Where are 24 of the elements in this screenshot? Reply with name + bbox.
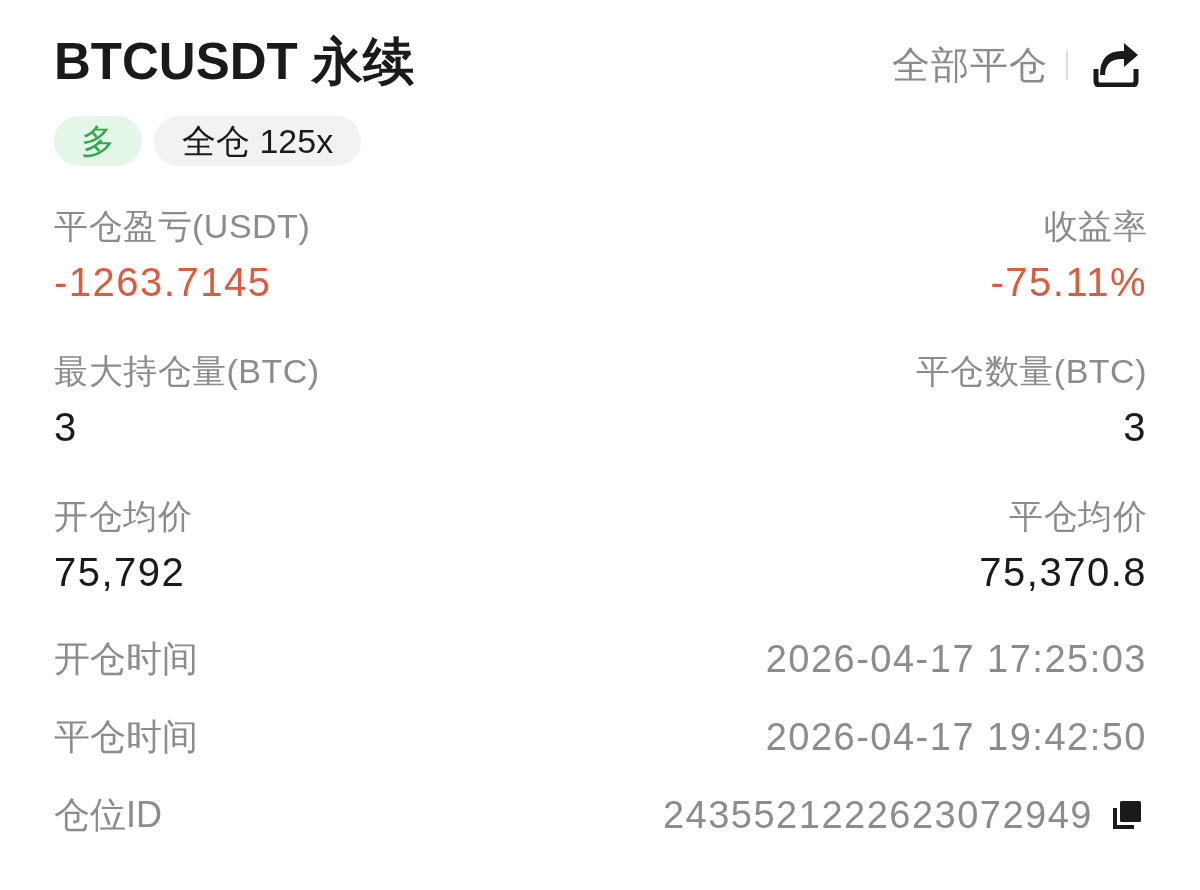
stat-label: 收益率 — [1043, 206, 1147, 247]
copy-icon[interactable] — [1113, 801, 1141, 829]
detail-value: 2026-04-17 17:25:03 — [765, 637, 1147, 682]
stat-label: 平仓盈亏(USDT) — [54, 206, 311, 247]
stat-value: 3 — [1123, 404, 1147, 451]
stat-label: 开仓均价 — [54, 496, 192, 537]
detail-label: 仓位ID — [54, 793, 162, 837]
stat-label: 最大持仓量(BTC) — [54, 351, 320, 392]
close-all-button[interactable]: 全部平仓 — [892, 41, 1048, 89]
stat-label: 平仓数量(BTC) — [915, 351, 1147, 392]
stat-value: 75,370.8 — [979, 549, 1147, 596]
detail-label: 平仓时间 — [54, 715, 198, 759]
stat-value: -75.11% — [990, 259, 1147, 306]
share-icon[interactable] — [1092, 43, 1140, 87]
stat-value: -1263.7145 — [54, 259, 272, 306]
stat-value: 75,792 — [54, 549, 186, 596]
stat-label: 平仓均价 — [1009, 496, 1147, 537]
direction-tag: 多 — [54, 116, 142, 166]
stat-value: 3 — [54, 404, 78, 451]
position-title: BTCUSDT 永续 — [54, 32, 414, 92]
leverage-tag: 全仓 125x — [154, 116, 362, 166]
detail-value: 2026-04-17 19:42:50 — [765, 715, 1147, 760]
detail-label: 开仓时间 — [54, 637, 198, 681]
detail-value: 2435521222623072949 — [662, 793, 1093, 838]
